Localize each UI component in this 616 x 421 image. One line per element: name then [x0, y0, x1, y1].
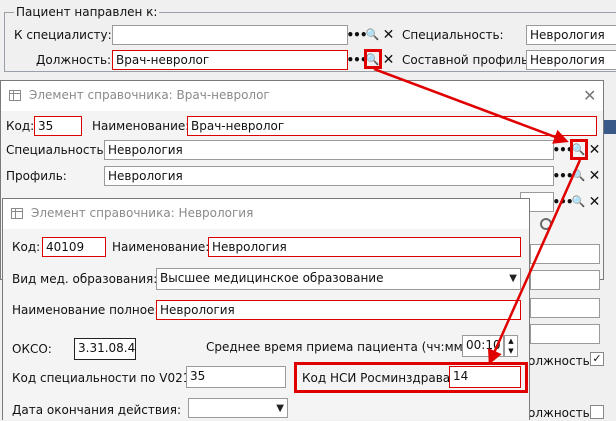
arrow-position-to-specialty — [373, 67, 569, 144]
arrow-specialty-to-nsi — [488, 159, 582, 365]
annotation-arrows — [373, 67, 582, 365]
